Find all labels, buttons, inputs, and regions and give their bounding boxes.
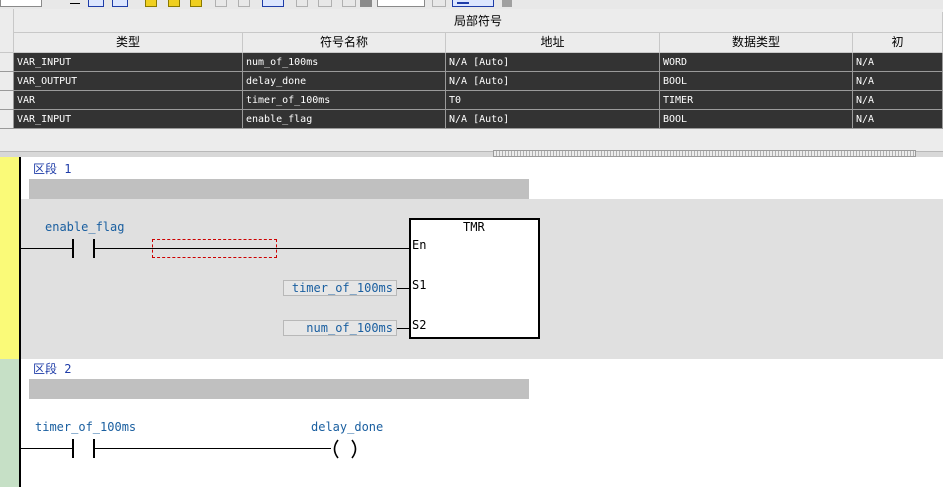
toggle-button-1[interactable] (88, 0, 104, 7)
s1-operand[interactable]: timer_of_100ms (283, 280, 397, 296)
power-rail (19, 157, 21, 359)
cell-data-type[interactable]: WORD (660, 53, 853, 72)
disabled-tool-icon[interactable] (342, 0, 356, 7)
cell-initial[interactable]: N/A (853, 110, 943, 129)
section-1-gutter[interactable] (0, 157, 19, 359)
cell-data-type[interactable]: BOOL (660, 110, 853, 129)
pin-en: En (412, 238, 427, 252)
pin-s1: S1 (412, 278, 427, 292)
wire (397, 328, 410, 329)
row-header[interactable] (0, 53, 14, 72)
toolbar-combo[interactable] (377, 0, 425, 7)
contact-no-icon[interactable] (72, 239, 74, 258)
block-name: TMR (463, 220, 485, 234)
cell-type[interactable]: VAR (14, 91, 243, 110)
table-corner (0, 9, 14, 53)
cell-data-type[interactable]: BOOL (660, 72, 853, 91)
toggle-button-2[interactable] (112, 0, 128, 7)
pin-s2: S2 (412, 318, 427, 332)
cell-symbol-name[interactable]: num_of_100ms (243, 53, 446, 72)
yellow-tool-icon[interactable] (145, 0, 157, 7)
disabled-tool-icon[interactable] (215, 0, 227, 7)
yellow-tool-icon[interactable] (168, 0, 180, 7)
cell-symbol-name[interactable]: delay_done (243, 72, 446, 91)
section-2-title: 区段 2 (33, 362, 72, 376)
cell-data-type[interactable]: TIMER (660, 91, 853, 110)
column-header-initial[interactable]: 初 (853, 33, 943, 53)
splitter-grip[interactable] (493, 150, 916, 157)
column-header-type[interactable]: 类型 (14, 33, 243, 53)
cell-address[interactable]: N/A [Auto] (446, 72, 660, 91)
row-header[interactable] (0, 110, 14, 129)
column-header-address[interactable]: 地址 (446, 33, 660, 53)
coil-label[interactable]: delay_done (311, 420, 383, 434)
disabled-tool-icon[interactable] (432, 0, 446, 7)
cell-initial[interactable]: N/A (853, 53, 943, 72)
disabled-tool-icon[interactable] (360, 0, 372, 7)
disabled-tool-icon[interactable] (502, 0, 512, 7)
cell-address[interactable]: T0 (446, 91, 660, 110)
wire (95, 448, 331, 449)
cell-address[interactable]: N/A [Auto] (446, 110, 660, 129)
tmr-function-block[interactable] (409, 218, 540, 339)
table-row[interactable]: VAR_OUTPUT delay_done N/A [Auto] BOOL N/… (0, 72, 943, 91)
table-row[interactable]: VAR_INPUT enable_flag N/A [Auto] BOOL N/… (0, 110, 943, 129)
wire (21, 448, 73, 449)
section-1-title: 区段 1 (33, 162, 72, 176)
cell-initial[interactable]: N/A (853, 91, 943, 110)
cell-type[interactable]: VAR_INPUT (14, 110, 243, 129)
s2-operand[interactable]: num_of_100ms (283, 320, 397, 336)
section-2-gutter[interactable] (0, 359, 19, 487)
cell-type[interactable]: VAR_INPUT (14, 53, 243, 72)
disabled-tool-icon[interactable] (318, 0, 332, 7)
cell-address[interactable]: N/A [Auto] (446, 53, 660, 72)
column-header-symbol-name[interactable]: 符号名称 (243, 33, 446, 53)
contact-label[interactable]: enable_flag (45, 220, 124, 234)
contact-label[interactable]: timer_of_100ms (35, 420, 136, 434)
power-rail (19, 359, 21, 487)
toolbar-dropdown[interactable] (0, 0, 42, 7)
section-1-comment[interactable] (29, 179, 529, 199)
table-row[interactable]: VAR timer_of_100ms T0 TIMER N/A (0, 91, 943, 110)
add-tool-button[interactable] (452, 0, 494, 7)
yellow-tool-icon[interactable] (190, 0, 202, 7)
selection-cursor[interactable] (152, 239, 277, 258)
table-row[interactable]: VAR_INPUT num_of_100ms N/A [Auto] WORD N… (0, 53, 943, 72)
wire (21, 248, 73, 249)
cell-symbol-name[interactable]: enable_flag (243, 110, 446, 129)
section-2-comment[interactable] (29, 379, 529, 399)
toolbar (0, 0, 943, 9)
disabled-tool-icon[interactable] (238, 0, 250, 7)
coil-icon[interactable] (328, 439, 362, 459)
cell-symbol-name[interactable]: timer_of_100ms (243, 91, 446, 110)
row-header[interactable] (0, 91, 14, 110)
table-group-header: 局部符号 (14, 12, 943, 33)
disabled-tool-icon[interactable] (296, 0, 308, 7)
arrow-icon[interactable] (68, 0, 82, 7)
cell-type[interactable]: VAR_OUTPUT (14, 72, 243, 91)
cell-initial[interactable]: N/A (853, 72, 943, 91)
wire (397, 288, 410, 289)
local-symbol-table: 局部符号 类型 符号名称 地址 数据类型 初 VAR_INPUT num_of_… (0, 9, 943, 151)
contact-no-icon[interactable] (72, 439, 74, 458)
column-header-data-type[interactable]: 数据类型 (660, 33, 853, 53)
row-header[interactable] (0, 72, 14, 91)
pointer-tool-button[interactable] (262, 0, 284, 7)
